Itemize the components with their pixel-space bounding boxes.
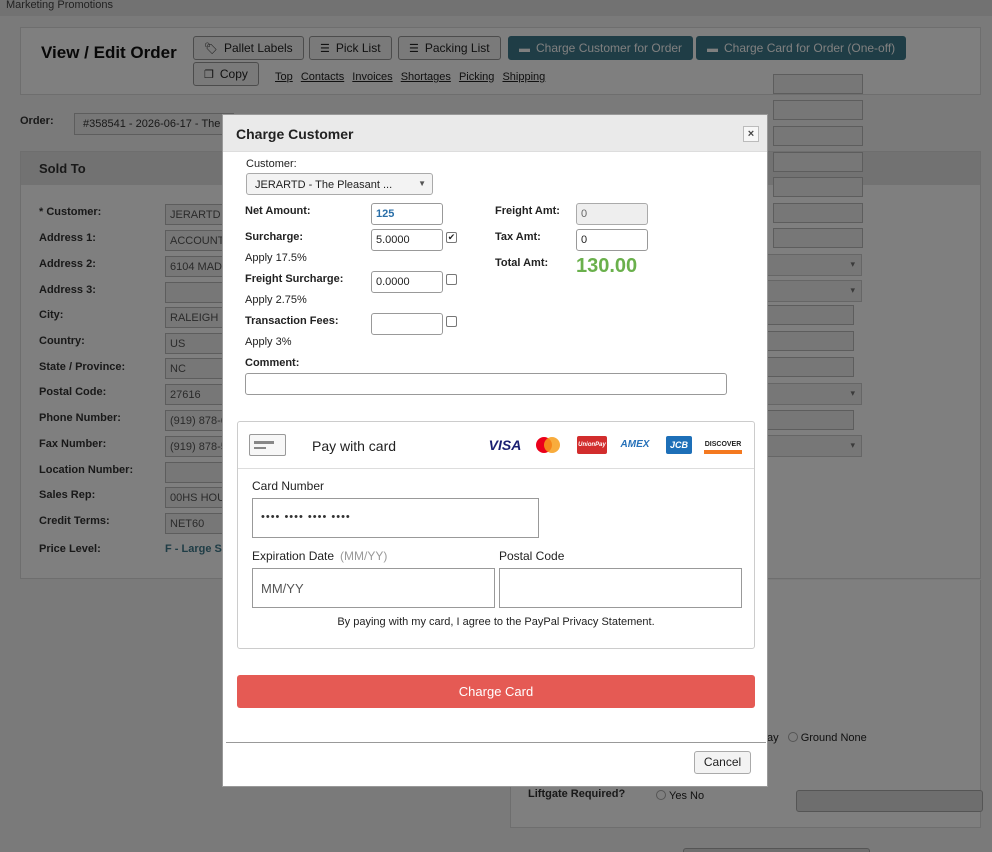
total-amount: 130.00 [576, 255, 638, 277]
modal-title: Charge Customer [236, 126, 354, 142]
charge-customer-modal: Charge Customer × Customer: JERARTD - Th… [222, 114, 768, 787]
customer-select-value: JERARTD - The Pleasant ... [255, 179, 393, 191]
postal-code-input[interactable] [499, 568, 742, 608]
card-number-label: Card Number [252, 479, 325, 493]
customer-select[interactable]: JERARTD - The Pleasant ... ▼ [246, 173, 433, 195]
freight-amt-label: Freight Amt: [495, 205, 560, 217]
tax-amt-input[interactable]: 0 [576, 229, 648, 251]
expiration-hint: (MM/YY) [340, 549, 388, 563]
comment-label: Comment: [245, 357, 300, 369]
card-number-input[interactable]: •••• •••• •••• •••• [252, 498, 539, 538]
surcharge-checkbox[interactable]: ✔ [446, 232, 457, 243]
amex-icon: AMEX [620, 439, 650, 450]
freight-surcharge-apply-label: Apply 2.75% [245, 294, 307, 306]
transaction-fees-input[interactable] [371, 313, 443, 335]
surcharge-input[interactable]: 5.0000 [371, 229, 443, 251]
paypal-card-form: Pay with card VISA UnionPay AMEX JCB DIS… [237, 421, 755, 649]
freight-surcharge-input[interactable]: 0.0000 [371, 271, 443, 293]
chevron-down-icon: ▼ [418, 179, 426, 188]
tax-amt-label: Tax Amt: [495, 231, 541, 243]
surcharge-label: Surcharge: [245, 231, 304, 243]
net-amount-input[interactable]: 125 [371, 203, 443, 225]
discover-icon: DISCOVER [704, 436, 742, 454]
customer-label: Customer: [246, 158, 297, 170]
transaction-fees-checkbox[interactable] [446, 316, 457, 327]
surcharge-apply-label: Apply 17.5% [245, 252, 307, 264]
paypal-agreement-text: By paying with my card, I agree to the P… [337, 616, 655, 628]
jcb-icon: JCB [666, 436, 692, 454]
cancel-button[interactable]: Cancel [694, 751, 751, 774]
expiration-input[interactable]: MM/YY [252, 568, 495, 608]
freight-surcharge-label: Freight Surcharge: [245, 273, 344, 285]
modal-footer-divider [226, 742, 766, 743]
charge-card-submit-button[interactable]: Charge Card [237, 675, 755, 708]
close-icon[interactable]: × [743, 126, 759, 142]
net-amount-label: Net Amount: [245, 205, 311, 217]
card-form-header: Pay with card VISA UnionPay AMEX JCB DIS… [238, 422, 754, 469]
expiration-label-text: Expiration Date [252, 549, 335, 563]
freight-surcharge-checkbox[interactable] [446, 274, 457, 285]
modal-header: Charge Customer × [223, 115, 767, 152]
transaction-fees-label: Transaction Fees: [245, 315, 339, 327]
visa-icon: VISA [488, 437, 522, 453]
credit-card-icon [249, 434, 286, 456]
unionpay-icon: UnionPay [577, 436, 607, 454]
mastercard-icon [535, 436, 561, 454]
comment-input[interactable] [245, 373, 727, 395]
freight-amt-input[interactable]: 0 [576, 203, 648, 225]
pay-with-card-label: Pay with card [312, 438, 397, 454]
total-amt-label: Total Amt: [495, 257, 549, 269]
postal-code-label: Postal Code [499, 549, 565, 563]
expiration-label: Expiration Date (MM/YY) [252, 549, 387, 563]
transaction-fees-apply-label: Apply 3% [245, 336, 292, 348]
